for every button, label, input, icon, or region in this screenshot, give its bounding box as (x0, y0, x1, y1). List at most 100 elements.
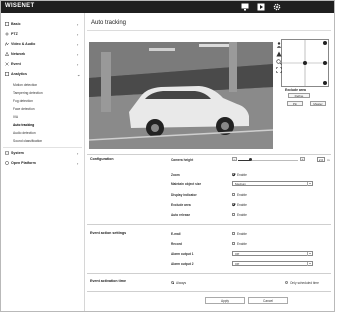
pin-button[interactable]: Pin (287, 101, 303, 106)
video-audio-icon (5, 42, 9, 46)
display-indicator-label: Display indicator (171, 193, 197, 197)
sidebar-item-open-platform[interactable]: Open Platform › (1, 159, 84, 167)
exclude-area-label: Exclude area (171, 203, 191, 207)
event-action-settings-title: Event action settings (90, 231, 127, 235)
chevron-down-icon (307, 182, 312, 186)
display-indicator-enable-label: Enable (237, 193, 247, 197)
sidebar-item-ptz[interactable]: PTZ › (1, 30, 84, 38)
top-bar: WISENET (1, 1, 334, 13)
cancel-button[interactable]: Cancel (248, 297, 288, 304)
sidebar-item-basic[interactable]: Basic › (1, 20, 84, 28)
fullscreen-icon[interactable] (276, 67, 282, 73)
alarm-output-1-select[interactable]: Off (232, 251, 313, 256)
maintain-object-size-label: Maintain object size (171, 182, 202, 186)
parking-garage-image (89, 42, 273, 149)
sidebar-item-system[interactable]: System › (1, 149, 84, 157)
auto-release-enable-label: Enable (237, 213, 247, 217)
sidebar-subitem-sound-classification[interactable]: Sound classification (13, 139, 42, 143)
sidebar-subitem-face-detection[interactable]: Face detection (13, 107, 35, 111)
master-button[interactable]: Master (310, 101, 326, 106)
minus-icon: − (233, 157, 236, 161)
section-divider (87, 154, 331, 155)
chevron-down-icon (307, 252, 312, 256)
analytics-icon (5, 72, 9, 76)
sidebar-subitem-tampering-detection[interactable]: Tampering detection (13, 91, 43, 95)
plus-icon: + (301, 157, 304, 161)
maintain-object-size-select[interactable]: Medium (232, 181, 313, 186)
monitor-icon[interactable] (241, 3, 249, 11)
auto-release-label: Auto release (171, 213, 191, 217)
sidebar-subitem-auto-tracking[interactable]: Auto tracking (13, 123, 34, 127)
basic-icon (5, 22, 9, 26)
email-label: E-mail (171, 232, 181, 236)
open-platform-icon (5, 161, 9, 165)
sidebar-subitem-audio-detection[interactable]: Audio detection (13, 131, 36, 135)
define-button[interactable]: Define (288, 93, 310, 98)
always-label: Always (176, 281, 187, 285)
chevron-right-icon: › (77, 21, 79, 27)
ptz-icon (5, 32, 9, 36)
decrease-button[interactable]: − (232, 157, 237, 161)
event-icon (5, 62, 9, 66)
event-activation-time-title: Event activation time (90, 279, 126, 283)
camera-height-slider-handle[interactable] (248, 158, 252, 161)
chevron-down-icon: ⌄ (77, 71, 81, 77)
section-divider (87, 273, 331, 274)
sidebar-item-analytics[interactable]: Analytics ⌄ (1, 70, 84, 78)
camera-height-input[interactable]: 2.6 (317, 157, 325, 162)
system-icon (5, 151, 9, 155)
zoom-icon[interactable] (276, 59, 282, 65)
only-scheduled-time-label: Only scheduled time (290, 281, 319, 285)
camera-height-unit: m (327, 158, 330, 162)
triangle-up-icon[interactable] (276, 51, 282, 57)
chevron-down-icon (307, 262, 312, 266)
email-enable-label: Enable (237, 232, 247, 236)
email-checkbox[interactable] (232, 232, 235, 235)
browser-window: WISENET Basic › PTZ › Video & Audio › Ne… (0, 0, 335, 312)
sidebar-subitem-motion-detection[interactable]: Motion detection (13, 83, 37, 87)
sidebar-subitem-fog-detection[interactable]: Fog detection (13, 99, 33, 103)
sidebar-item-network[interactable]: Network › (1, 50, 84, 58)
ptz-control-pad[interactable] (281, 39, 329, 87)
zoom-checkbox[interactable] (232, 173, 235, 176)
chevron-right-icon: › (77, 160, 79, 166)
chevron-right-icon: › (77, 41, 79, 47)
logo: WISENET (5, 3, 35, 9)
display-indicator-checkbox[interactable] (232, 193, 235, 196)
sidebar-item-video-audio[interactable]: Video & Audio › (1, 40, 84, 48)
chevron-right-icon: › (77, 31, 79, 37)
zoom-enable-label: Enable (237, 173, 247, 177)
sidebar: Basic › PTZ › Video & Audio › Network › … (1, 13, 85, 311)
chevron-right-icon: › (77, 150, 79, 156)
sidebar-item-event[interactable]: Event › (1, 60, 84, 68)
ptz-crosshair (282, 40, 328, 86)
auto-release-checkbox[interactable] (232, 213, 235, 216)
always-radio[interactable] (171, 281, 174, 284)
exclude-area-checkbox[interactable] (232, 203, 235, 206)
record-checkbox[interactable] (232, 242, 235, 245)
chevron-right-icon: › (77, 61, 79, 67)
only-scheduled-time-radio[interactable] (285, 281, 288, 284)
person-icon[interactable] (276, 42, 282, 48)
exclude-area-title: Exclude area (285, 88, 306, 92)
section-divider (87, 224, 331, 225)
chevron-right-icon: › (77, 51, 79, 57)
exclude-area-enable-label: Enable (237, 203, 247, 207)
increase-button[interactable]: + (300, 157, 305, 161)
section-divider (87, 291, 331, 292)
alarm-output-1-label: Alarm output 1 (171, 252, 194, 256)
page-title: Auto tracking (91, 20, 127, 26)
video-preview[interactable] (89, 42, 273, 149)
zoom-label: Zoom (171, 173, 180, 177)
apply-button[interactable]: Apply (205, 297, 245, 304)
record-label: Record (171, 242, 182, 246)
playback-icon[interactable] (257, 3, 265, 11)
screenshot: WISENET Basic › PTZ › Video & Audio › Ne… (0, 0, 347, 312)
alarm-output-2-select[interactable]: Off (232, 261, 313, 266)
record-enable-label: Enable (237, 242, 247, 246)
camera-height-label: Camera height (171, 158, 194, 162)
sidebar-divider (3, 147, 82, 148)
sidebar-subitem-iva[interactable]: IVA (13, 115, 18, 119)
gear-icon[interactable] (273, 3, 281, 11)
title-divider (87, 30, 331, 31)
